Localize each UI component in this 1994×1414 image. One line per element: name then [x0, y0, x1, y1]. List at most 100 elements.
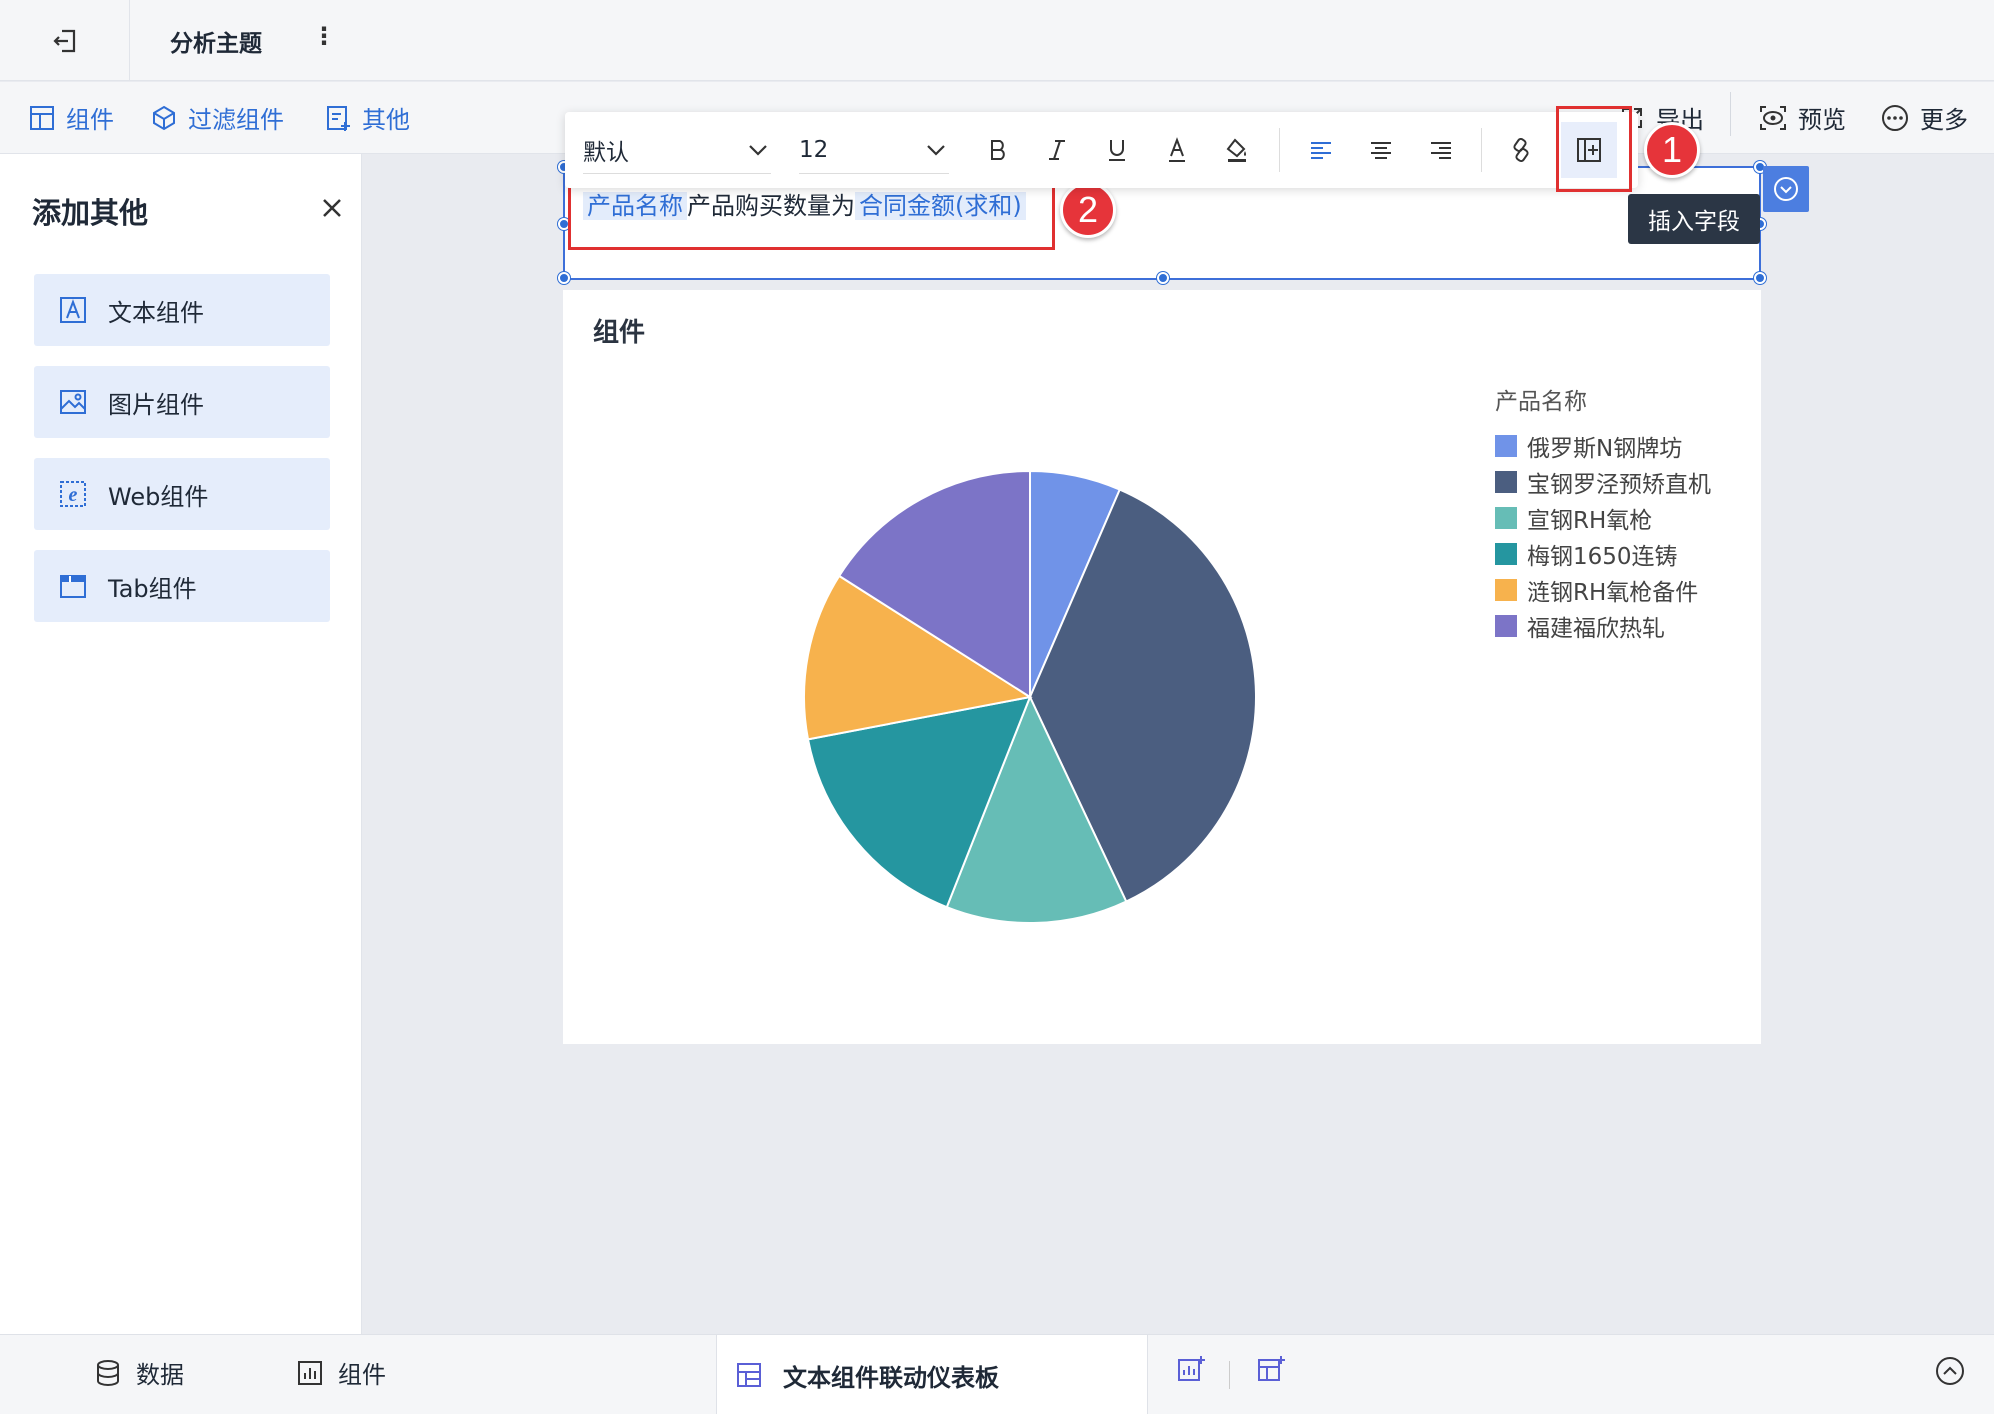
underline-icon — [1109, 140, 1125, 161]
chevron-up-circle-icon — [1936, 1357, 1964, 1385]
legend-item-4[interactable]: 涟钢RH氧枪备件 — [1495, 572, 1711, 608]
legend-item-2[interactable]: 宣钢RH氧枪 — [1495, 500, 1711, 536]
toolbar-more-label: 更多 — [1920, 106, 1968, 134]
dashboard-tab-active[interactable]: 文本组件联动仪表板 — [716, 1335, 1148, 1414]
legend-swatch — [1495, 579, 1517, 601]
annotation-highlight-1 — [1556, 106, 1632, 192]
resize-handle-bm[interactable] — [1157, 272, 1169, 284]
panel-close-button[interactable] — [314, 190, 350, 226]
preview-icon — [1760, 105, 1786, 130]
component-menu-button[interactable] — [1763, 166, 1809, 212]
add-chart-icon — [1178, 1356, 1205, 1381]
image-component-label: 图片组件 — [108, 390, 204, 419]
other-component-icon — [327, 105, 350, 131]
web-component-label: Web组件 — [108, 482, 209, 511]
legend-swatch — [1495, 507, 1517, 529]
add-dashboard-button[interactable] — [1256, 1355, 1286, 1385]
align-left-icon — [1311, 142, 1331, 159]
font-size-value: 12 — [799, 136, 829, 163]
dashboard-tab-label: 文本组件联动仪表板 — [783, 1363, 999, 1392]
bottom-data-label: 数据 — [136, 1361, 184, 1389]
panel-title: 添加其他 — [32, 196, 149, 230]
legend-label: 俄罗斯N钢牌坊 — [1527, 436, 1683, 462]
format-divider — [1279, 128, 1280, 172]
underline-button[interactable] — [1097, 130, 1137, 170]
page-title: 分析主题 — [170, 31, 262, 57]
text-component-icon — [60, 297, 86, 323]
chart-legend: 产品名称 俄罗斯N钢牌坊宝钢罗泾预矫直机 宣钢RH氧枪梅钢1650连铸 涟钢RH氧枪… — [1495, 382, 1711, 644]
bottom-components-label: 组件 — [338, 1361, 386, 1389]
legend-swatch — [1495, 543, 1517, 565]
bold-icon — [991, 140, 1005, 160]
add-chart-sheet-button[interactable] — [1176, 1355, 1206, 1385]
toolbar-divider — [1730, 92, 1731, 136]
image-component-icon — [60, 390, 86, 414]
toolbar-other-button[interactable]: 其他 — [324, 100, 410, 135]
legend-swatch — [1495, 471, 1517, 493]
legend-item-5[interactable]: 福建福欣热轧 — [1495, 608, 1711, 644]
add-component-icon — [30, 105, 54, 130]
legend-label: 梅钢1650连铸 — [1527, 544, 1678, 570]
chevron-down-icon — [749, 144, 767, 156]
link-button[interactable] — [1501, 130, 1541, 170]
collapse-bottom-button[interactable] — [1934, 1355, 1966, 1387]
fill-color-button[interactable] — [1217, 130, 1257, 170]
exit-button[interactable] — [0, 0, 130, 81]
filter-component-icon — [153, 105, 175, 130]
bar-chart-icon — [298, 1360, 322, 1385]
align-center-button[interactable] — [1361, 130, 1401, 170]
toolbar-filter-button[interactable]: 过滤组件 — [150, 100, 284, 135]
link-icon — [1513, 137, 1529, 163]
toolbar-components-button[interactable]: 组件 — [28, 100, 114, 135]
annotation-highlight-2 — [568, 182, 1055, 250]
svg-text:e: e — [69, 484, 78, 506]
bottom-data-button[interactable]: 数据 — [94, 1355, 184, 1390]
legend-item-0[interactable]: 俄罗斯N钢牌坊 — [1495, 428, 1711, 464]
legend-label: 涟钢RH氧枪备件 — [1527, 580, 1699, 606]
more-icon — [1882, 104, 1908, 131]
paint-bucket-icon — [1226, 138, 1246, 162]
font-color-button[interactable] — [1157, 130, 1197, 170]
bottom-components-button[interactable]: 组件 — [296, 1355, 386, 1390]
annotation-badge-1: 1 — [1644, 122, 1700, 178]
bold-button[interactable] — [978, 130, 1018, 170]
align-right-button[interactable] — [1421, 130, 1461, 170]
web-component-icon: e — [60, 481, 86, 507]
resize-handle-br[interactable] — [1754, 272, 1766, 284]
text-component-button[interactable]: 文本组件 — [34, 274, 330, 346]
exit-icon — [52, 29, 75, 52]
title-more-icon[interactable]: ⋮ — [312, 22, 336, 50]
align-right-icon — [1431, 142, 1451, 159]
legend-title: 产品名称 — [1495, 389, 1587, 415]
align-center-icon — [1371, 142, 1391, 159]
font-size-select[interactable]: 12 — [799, 126, 949, 174]
close-icon — [323, 199, 341, 217]
legend-label: 福建福欣热轧 — [1527, 616, 1665, 642]
legend-item-1[interactable]: 宝钢罗泾预矫直机 — [1495, 464, 1711, 500]
top-bar: 分析主题 ⋮ — [0, 0, 1994, 81]
font-family-select[interactable]: 默认 — [583, 126, 771, 174]
resize-handle-bl[interactable] — [558, 272, 570, 284]
legend-item-3[interactable]: 梅钢1650连铸 — [1495, 536, 1711, 572]
legend-label: 宝钢罗泾预矫直机 — [1527, 472, 1711, 498]
add-dashboard-icon — [1258, 1356, 1285, 1381]
image-component-button[interactable]: 图片组件 — [34, 366, 330, 438]
text-format-toolbar: 默认 12 — [565, 112, 1638, 188]
font-color-icon — [1169, 137, 1185, 162]
tab-component-button[interactable]: Tab组件 — [34, 550, 330, 622]
toolbar-more-button[interactable]: 更多 — [1880, 100, 1968, 135]
align-left-button[interactable] — [1301, 130, 1341, 170]
legend-swatch — [1495, 435, 1517, 457]
italic-button[interactable] — [1037, 130, 1077, 170]
tab-component-label: Tab组件 — [108, 574, 197, 603]
database-icon — [97, 1359, 119, 1386]
format-divider — [1481, 128, 1482, 172]
chevron-down-icon — [927, 144, 945, 156]
annotation-badge-2: 2 — [1060, 182, 1116, 238]
web-component-button[interactable]: e Web组件 — [34, 458, 330, 530]
chevron-down-circle-icon — [1774, 177, 1798, 201]
text-component-label: 文本组件 — [108, 298, 204, 327]
pie-chart-card[interactable]: 组件 产品名称 俄罗斯N钢牌坊 宝钢罗泾预矫直机 宣钢RH氧枪 梅钢1650连铸 涟钢R… — [563, 290, 1761, 1044]
toolbar-preview-button[interactable]: 预览 — [1758, 100, 1846, 135]
toolbar-preview-label: 预览 — [1798, 106, 1846, 134]
